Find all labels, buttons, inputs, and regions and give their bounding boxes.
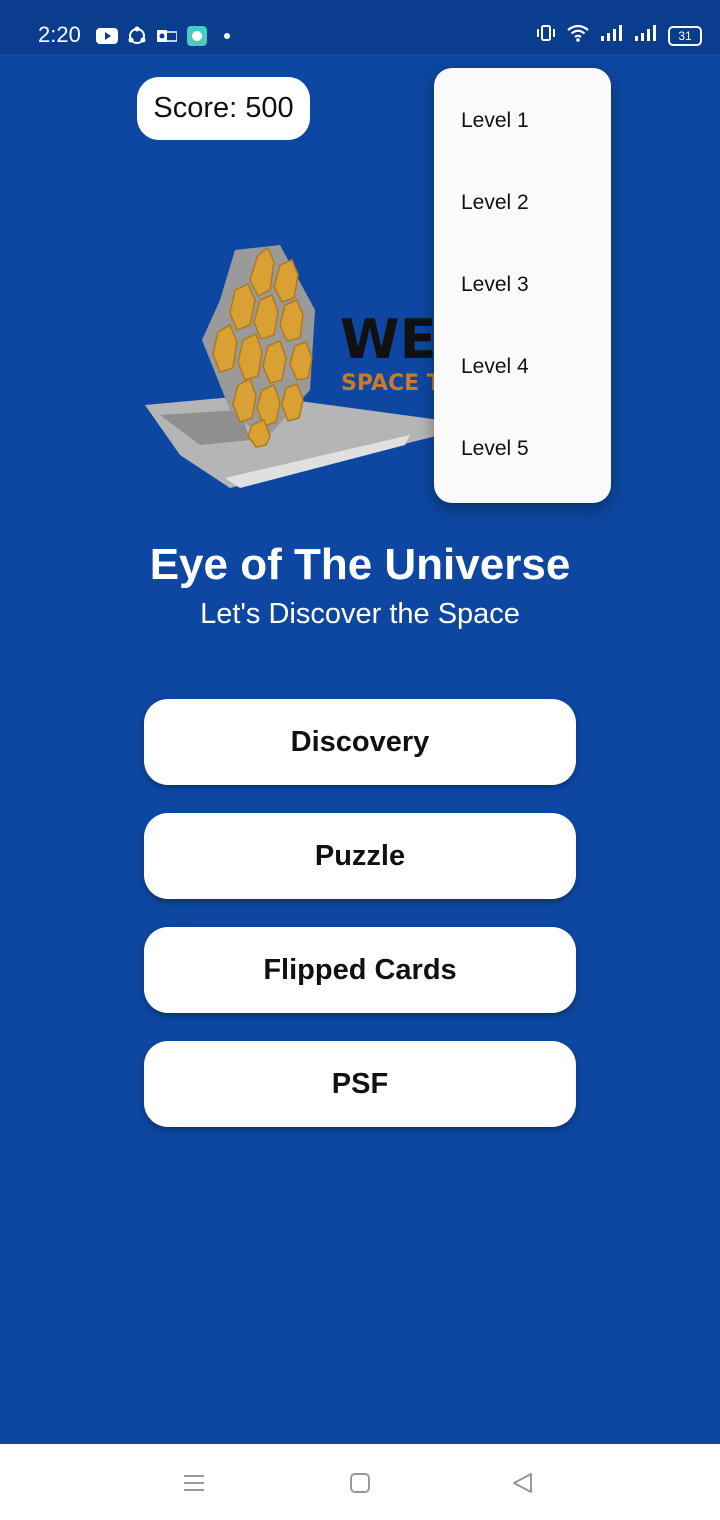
logo-text-sub: SPACE TELESCOPE bbox=[341, 371, 440, 396]
dropdown-item-level-3[interactable]: Level 3 bbox=[434, 244, 611, 326]
vibrate-icon bbox=[536, 24, 556, 47]
notification-icons bbox=[96, 25, 238, 47]
webb-telescope-logo: WEBB SPACE TELESCOPE bbox=[140, 240, 568, 500]
dropdown-item-level-4[interactable]: Level 4 bbox=[434, 326, 611, 408]
flipped-cards-button[interactable]: Flipped Cards bbox=[144, 927, 576, 1013]
navigation-bar bbox=[0, 1444, 720, 1520]
battery-icon: 31 bbox=[668, 25, 702, 46]
signal-icon bbox=[600, 24, 624, 47]
status-right: 31 bbox=[536, 24, 702, 47]
level-dropdown-menu: Level 1 Level 2 Level 3 Level 4 Level 5 bbox=[434, 68, 611, 503]
back-icon[interactable] bbox=[509, 1470, 535, 1496]
signal-icon bbox=[634, 24, 658, 47]
dropdown-item-level-1[interactable]: Level 1 bbox=[434, 80, 611, 162]
score-badge: Score: 500 bbox=[137, 77, 310, 140]
discovery-button[interactable]: Discovery bbox=[144, 699, 576, 785]
status-bar: 2:20 31 bbox=[0, 0, 720, 54]
page-title: Eye of The Universe bbox=[149, 540, 571, 589]
share-sync-icon bbox=[126, 25, 148, 47]
wifi-icon bbox=[566, 24, 590, 47]
psf-button[interactable]: PSF bbox=[144, 1041, 576, 1127]
youtube-icon bbox=[96, 25, 118, 47]
puzzle-button[interactable]: Puzzle bbox=[144, 813, 576, 899]
dropdown-item-level-2[interactable]: Level 2 bbox=[434, 162, 611, 244]
page-subtitle: Let's Discover the Space bbox=[200, 598, 520, 630]
outlook-icon bbox=[156, 25, 178, 47]
dot-icon bbox=[216, 25, 238, 47]
home-icon[interactable] bbox=[347, 1470, 373, 1496]
logo-text-main: WEBB bbox=[340, 308, 440, 371]
chat-app-icon bbox=[186, 25, 208, 47]
dropdown-item-level-5[interactable]: Level 5 bbox=[434, 408, 611, 490]
status-time: 2:20 bbox=[38, 22, 81, 47]
menu-icon[interactable] bbox=[181, 1470, 207, 1496]
